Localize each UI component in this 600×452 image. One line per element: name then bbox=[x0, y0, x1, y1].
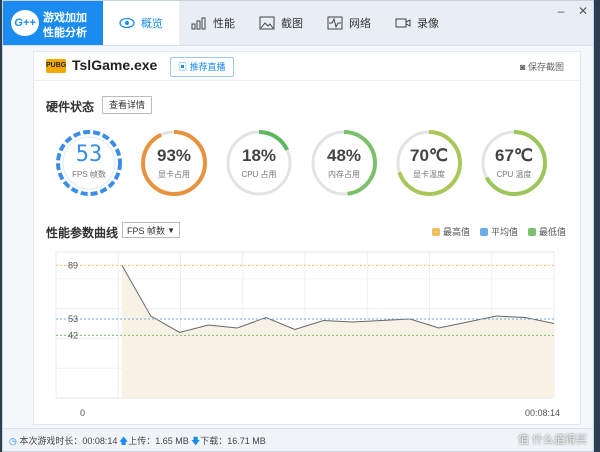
legend-label: 最高值 bbox=[442, 227, 470, 237]
legend-label: 最低值 bbox=[538, 227, 566, 237]
download-label: 下载： bbox=[200, 436, 228, 446]
tab-performance[interactable]: 性能 bbox=[179, 1, 247, 45]
x-start-label: 0 bbox=[80, 408, 85, 418]
tab-label: 网络 bbox=[349, 18, 371, 30]
usage-gauge: 18% CPU 占用 bbox=[224, 128, 294, 198]
game-name: TslGame.exe bbox=[72, 57, 158, 73]
gauge-value: 18% bbox=[241, 146, 277, 165]
pulse-icon bbox=[327, 16, 343, 30]
upload-value: 1.65 MB bbox=[155, 436, 189, 446]
legend-max: 最高值 bbox=[431, 225, 470, 238]
tab-screenshot[interactable]: 截图 bbox=[247, 1, 315, 45]
tab-network[interactable]: 网络 bbox=[315, 1, 383, 45]
tab-recording[interactable]: 录像 bbox=[383, 1, 451, 45]
upload-arrow-icon: 🡅 bbox=[119, 436, 129, 446]
download-value: 16.71 MB bbox=[227, 436, 266, 446]
status-bar: ◷ 本次游戏时长：00:08:14 🡅上传：1.65 MB 🡇下载：16.71 … bbox=[3, 428, 593, 451]
fps-chart: 89 53 42 0 00:08:14 bbox=[55, 251, 560, 418]
recommend-live-button[interactable]: ▣ 推荐直播 bbox=[170, 57, 234, 77]
tab-label: 录像 bbox=[417, 18, 439, 30]
legend-swatch bbox=[431, 228, 440, 236]
gauge-label: FPS 帧数 bbox=[72, 170, 106, 179]
usage-gauge: 48% 内存占用 bbox=[309, 128, 379, 198]
gauge-label: 显卡温度 bbox=[413, 170, 445, 179]
game-header: PUBG TslGame.exe ▣ 推荐直播 ◙ 保存截图 bbox=[34, 52, 580, 81]
gauge-label: 内存占用 bbox=[328, 170, 360, 179]
minimize-icon[interactable]: – bbox=[555, 5, 567, 17]
curve-title: 性能参数曲线 bbox=[46, 226, 119, 240]
usage-gauge: 70℃ 显卡温度 bbox=[394, 128, 464, 198]
upload-label: 上传： bbox=[128, 436, 156, 446]
download-info: 🡇下载：16.71 MB bbox=[191, 434, 266, 450]
live-icon: ▣ bbox=[178, 62, 190, 72]
window-controls: – ✕ bbox=[555, 5, 589, 17]
fps-gauge: 53 FPS 帧数 bbox=[54, 128, 124, 198]
tab-label: 性能 bbox=[213, 18, 235, 30]
image-icon bbox=[259, 16, 275, 30]
gauge-value: 53 bbox=[75, 142, 103, 167]
gauge-label: CPU 占用 bbox=[241, 170, 277, 179]
tab-overview[interactable]: 概览 bbox=[103, 1, 179, 45]
legend-avg: 平均值 bbox=[479, 225, 518, 238]
eye-icon bbox=[119, 17, 135, 29]
bar-chart-icon bbox=[191, 17, 206, 30]
save-screenshot-label: 保存截图 bbox=[527, 62, 564, 72]
video-icon bbox=[395, 18, 411, 28]
legend-label: 平均值 bbox=[490, 227, 518, 237]
gauge-value: 67℃ bbox=[494, 146, 533, 165]
y-tick-label: 89 bbox=[68, 260, 78, 270]
y-tick-label: 53 bbox=[68, 314, 78, 324]
gauge-value: 93% bbox=[156, 146, 192, 165]
app-window: G++ 游戏加加 性能分析 概览 性能 截图 网络 录像 – ✕ PUBG Ts… bbox=[2, 0, 594, 452]
gauge-value: 70℃ bbox=[409, 146, 448, 165]
game-icon: PUBG bbox=[46, 59, 66, 73]
legend-swatch bbox=[527, 228, 536, 236]
usage-gauge: 93% 显卡占用 bbox=[139, 128, 209, 198]
view-details-button[interactable]: 查看详情 bbox=[102, 96, 153, 114]
app-badge: G++ bbox=[11, 10, 39, 36]
x-end-label: 00:08:14 bbox=[525, 408, 560, 418]
download-arrow-icon: 🡇 bbox=[191, 436, 201, 446]
live-button-label: 推荐直播 bbox=[189, 62, 226, 72]
clock-icon: ◷ bbox=[9, 436, 20, 446]
watermark: 值 什么值得买 bbox=[517, 434, 587, 446]
tab-label: 截图 bbox=[281, 18, 303, 30]
metric-select-value: FPS 帧数 bbox=[127, 226, 166, 236]
gauge-label: CPU 温度 bbox=[496, 170, 532, 179]
legend-swatch bbox=[479, 228, 488, 236]
legend-min: 最低值 bbox=[527, 225, 566, 238]
brand-name: 游戏加加 bbox=[43, 12, 87, 24]
chevron-down-icon: ▼ bbox=[167, 226, 175, 235]
upload-info: 🡅上传：1.65 MB bbox=[119, 434, 189, 450]
tab-label: 概览 bbox=[141, 18, 163, 30]
hardware-title: 硬件状态 bbox=[46, 100, 95, 114]
overview-panel: PUBG TslGame.exe ▣ 推荐直播 ◙ 保存截图 硬件状态 查看详情… bbox=[33, 51, 581, 425]
camera-icon: ◙ bbox=[520, 62, 528, 72]
duration-info: ◷ 本次游戏时长：00:08:14 bbox=[9, 434, 117, 447]
duration-value: 00:08:14 bbox=[82, 436, 118, 446]
y-tick-label: 42 bbox=[68, 330, 78, 340]
gauge-value: 48% bbox=[326, 146, 362, 165]
curve-legend: 最高值 平均值 最低值 bbox=[431, 225, 566, 238]
usage-gauge: 67℃ CPU 温度 bbox=[479, 128, 549, 198]
main-tabs: 概览 性能 截图 网络 录像 bbox=[103, 1, 451, 45]
app-logo: G++ 游戏加加 性能分析 bbox=[3, 1, 103, 45]
close-icon[interactable]: ✕ bbox=[577, 5, 589, 17]
metric-select[interactable]: FPS 帧数 ▼ bbox=[122, 222, 180, 238]
duration-label: 本次游戏时长： bbox=[19, 436, 83, 446]
title-bar: G++ 游戏加加 性能分析 概览 性能 截图 网络 录像 – ✕ bbox=[3, 1, 593, 46]
gauge-label: 显卡占用 bbox=[158, 170, 190, 179]
brand-subtitle: 性能分析 bbox=[43, 27, 87, 39]
desktop-edge-right bbox=[594, 0, 600, 452]
save-screenshot-button[interactable]: ◙ 保存截图 bbox=[520, 60, 564, 73]
